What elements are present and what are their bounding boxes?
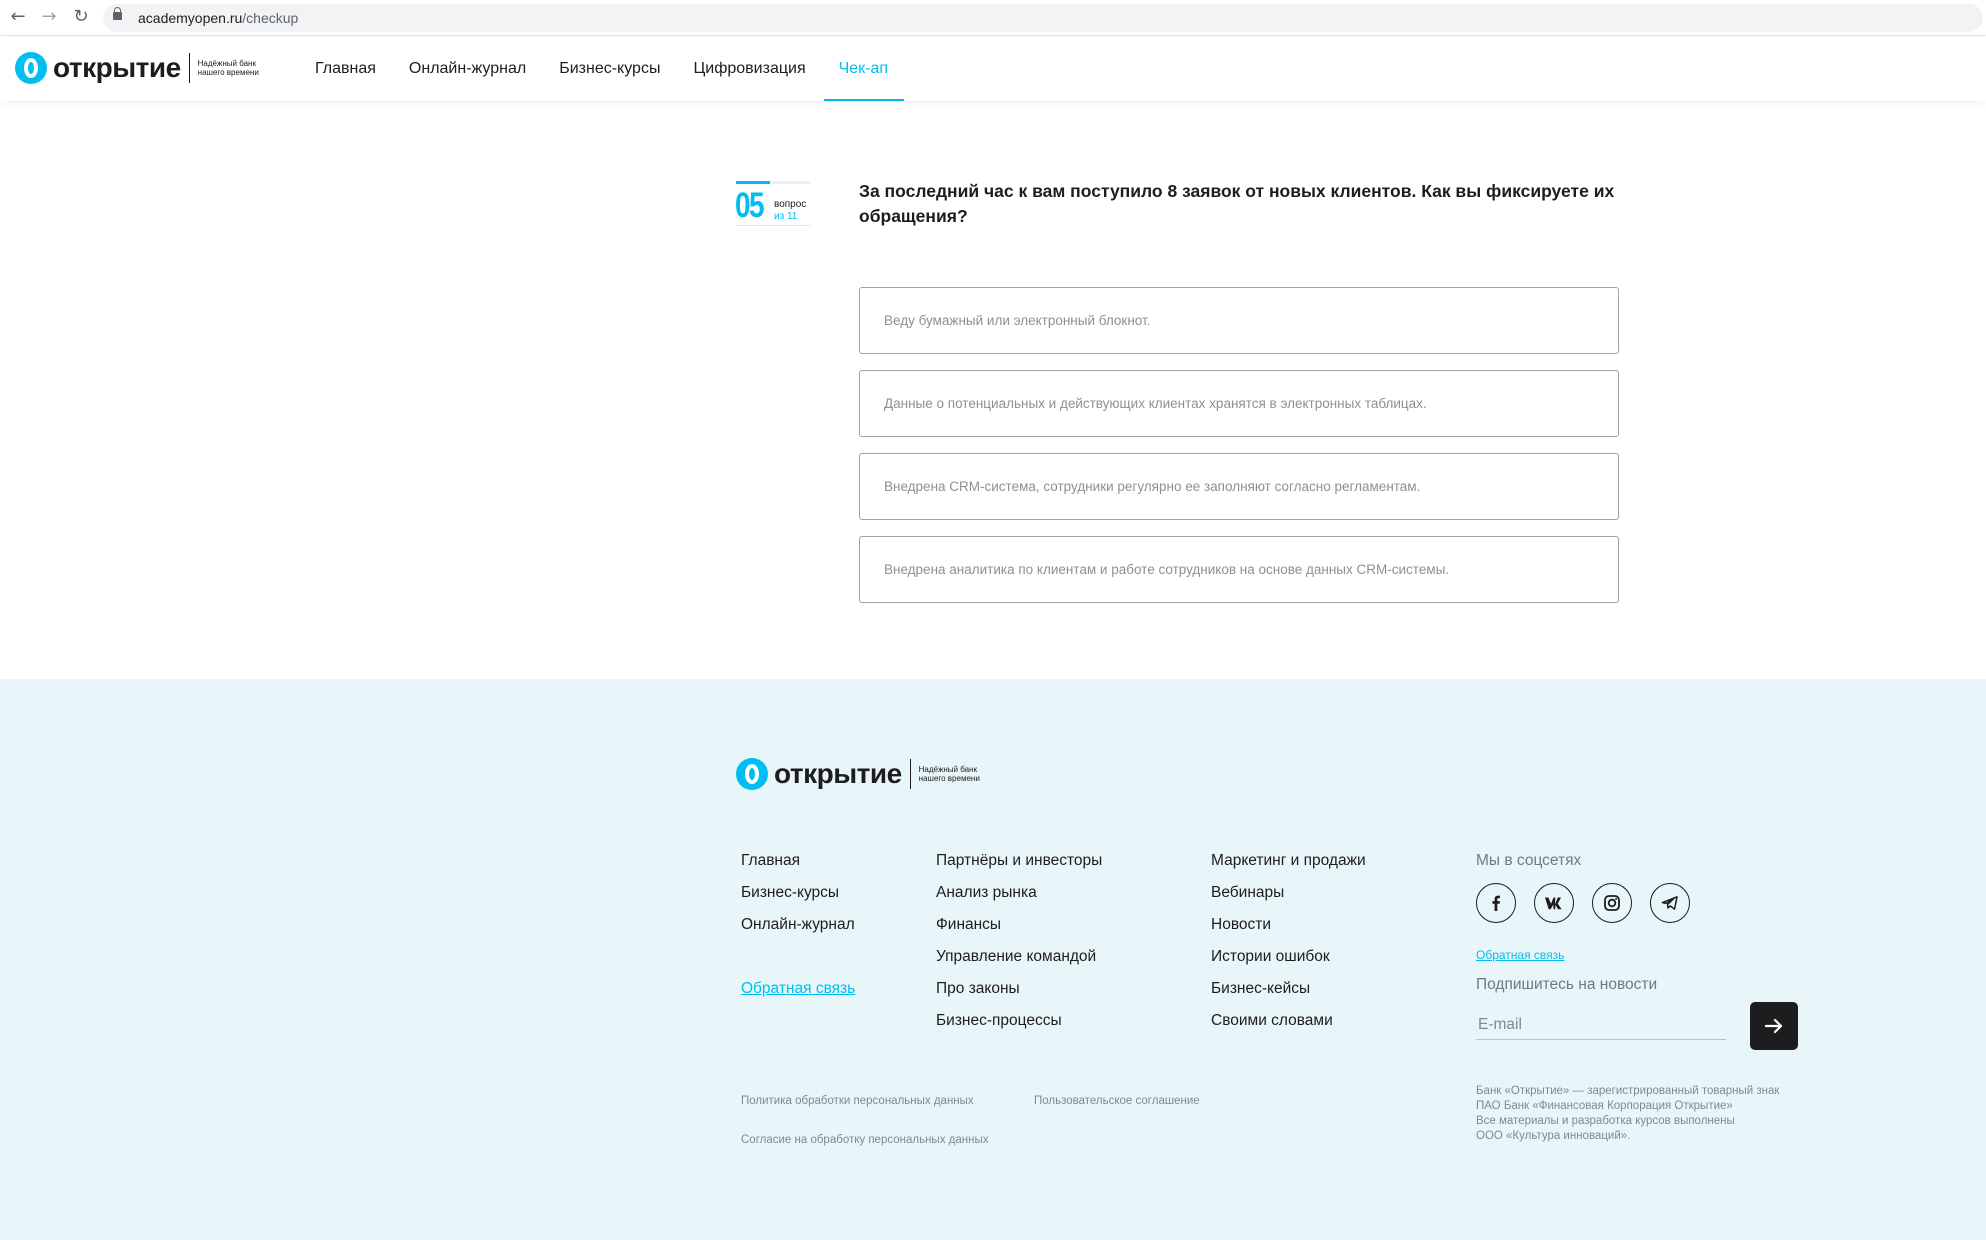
header-logo[interactable]: открытие Надёжный банк нашего времени (15, 52, 268, 84)
footer-link-laws[interactable]: Про законы (936, 980, 1020, 998)
footer-feedback-link[interactable]: Обратная связь (741, 980, 855, 998)
question-progress-fill (736, 181, 771, 184)
footer-link-error-stories[interactable]: Истории ошибок (1211, 948, 1330, 966)
address-bar[interactable]: academyopen.ru/checkup (103, 4, 1983, 32)
logo-wordmark: открытие (774, 758, 902, 789)
url-text: academyopen.ru/checkup (138, 10, 299, 26)
subscribe-submit-button[interactable] (1750, 1002, 1798, 1050)
nav-item-digitalization[interactable]: Цифровизация (693, 37, 805, 101)
footer-link-home[interactable]: Главная (741, 852, 800, 870)
answer-option[interactable]: Внедрена CRM-система, сотрудники регуляр… (859, 453, 1619, 520)
user-agreement-link[interactable]: Пользовательское соглашение (1034, 1095, 1200, 1107)
question-word: вопрос (774, 199, 807, 210)
privacy-policy-link[interactable]: Политика обработки персональных данных (741, 1095, 974, 1107)
lock-icon (113, 7, 122, 20)
nav-item-checkup[interactable]: Чек-ап (823, 37, 905, 101)
legal-note-line: ООО «Культура инноваций». (1476, 1130, 1631, 1142)
logo-divider (909, 759, 911, 789)
logo-tagline: Надёжный банк нашего времени (197, 59, 259, 77)
footer-link-online-journal[interactable]: Онлайн-журнал (741, 916, 855, 934)
telegram-icon[interactable] (1650, 883, 1690, 923)
footer-link-business-courses[interactable]: Бизнес-курсы (741, 884, 839, 902)
question-total: из 11 (774, 211, 798, 222)
data-consent-link[interactable]: Согласие на обработку персональных данны… (741, 1134, 988, 1146)
footer-link-in-own-words[interactable]: Своими словами (1211, 1012, 1333, 1030)
footer-link-team-management[interactable]: Управление командой (936, 948, 1096, 966)
nav-item-online-journal[interactable]: Онлайн-журнал (409, 37, 526, 101)
forward-arrow-icon[interactable]: → (39, 7, 59, 27)
footer-logo[interactable]: открытие Надёжный банк нашего времени (736, 758, 989, 790)
logo-wordmark: открытие (53, 52, 181, 83)
footer-link-marketing[interactable]: Маркетинг и продажи (1211, 852, 1366, 870)
legal-note-line: Все материалы и разработка курсов выполн… (1476, 1115, 1735, 1127)
logo-divider (188, 53, 190, 83)
question-text: За последний час к вам поступило 8 заяво… (859, 181, 1615, 226)
logo-tagline: Надёжный банк нашего времени (918, 765, 980, 783)
footer-link-business-cases[interactable]: Бизнес-кейсы (1211, 980, 1310, 998)
footer-link-webinars[interactable]: Вебинары (1211, 884, 1284, 902)
answer-option[interactable]: Веду бумажный или электронный блокнот. (859, 287, 1619, 354)
footer-link-business-processes[interactable]: Бизнес-процессы (936, 1012, 1062, 1030)
footer-link-partners[interactable]: Партнёры и инвесторы (936, 852, 1102, 870)
subscribe-title: Подпишитесь на новости (1476, 976, 1658, 993)
question-progress-bar (736, 181, 811, 184)
answer-option[interactable]: Данные о потенциальных и действующих кли… (859, 370, 1619, 437)
logo-mark-icon (15, 52, 47, 84)
legal-note-line: Банк «Открытие» — зарегистрированный тов… (1476, 1085, 1780, 1097)
footer-link-finance[interactable]: Финансы (936, 916, 1001, 934)
footer-small-feedback-link[interactable]: Обратная связь (1476, 948, 1564, 962)
nav-item-home[interactable]: Главная (315, 37, 376, 101)
footer-link-news[interactable]: Новости (1211, 916, 1271, 934)
question-number: 05 (735, 186, 765, 225)
facebook-icon[interactable] (1476, 883, 1516, 923)
main-nav: Главная Онлайн-журнал Бизнес-курсы Цифро… (315, 37, 921, 101)
footer-link-market-analysis[interactable]: Анализ рынка (936, 884, 1037, 902)
back-arrow-icon[interactable]: ← (8, 7, 28, 27)
legal-note: Банк «Открытие» — зарегистрированный тов… (1476, 1084, 1779, 1144)
email-field[interactable] (1476, 1011, 1726, 1040)
vk-icon[interactable] (1534, 883, 1574, 923)
reload-icon[interactable]: ↻ (71, 7, 91, 27)
answer-option[interactable]: Внедрена аналитика по клиентам и работе … (859, 536, 1619, 603)
instagram-icon[interactable] (1592, 883, 1632, 923)
legal-note-line: ПАО Банк «Финансовая Корпорация Открытие… (1476, 1100, 1733, 1112)
arrow-right-icon (1765, 1018, 1783, 1034)
site-header: открытие Надёжный банк нашего времени Гл… (0, 37, 1986, 101)
nav-item-business-courses[interactable]: Бизнес-курсы (559, 37, 660, 101)
counter-divider (736, 225, 811, 226)
logo-mark-icon (736, 758, 768, 790)
browser-toolbar: ← → ↻ academyopen.ru/checkup (0, 0, 1986, 36)
social-title: Мы в соцсетях (1476, 852, 1582, 869)
